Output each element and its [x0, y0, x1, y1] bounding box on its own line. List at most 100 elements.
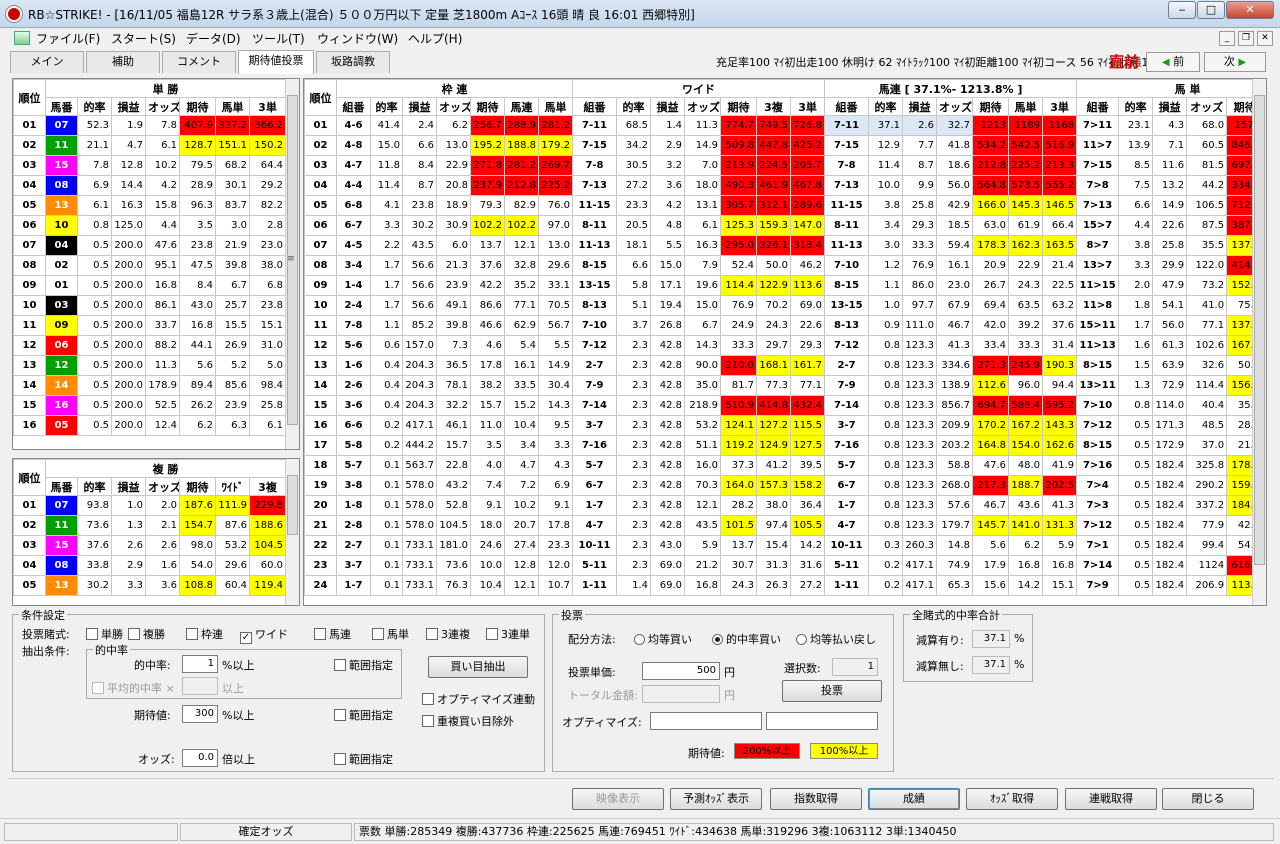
table-row[interactable]: 15 3-6 0.4 204.3 32.2 15.7 15.2 14.3 7-14 2.3 42.8… — [304, 395, 1266, 416]
mdi-close-button[interactable]: ✕ — [1257, 31, 1273, 46]
table-row[interactable]: 05 6-8 4.1 23.8 18.9 79.3 82.9 76.0 11-15 23.3 4.2… — [304, 195, 1266, 216]
combination-scrollbar[interactable] — [1252, 79, 1266, 605]
table-row[interactable]: 01 07 93.8 1.0 2.0 187.6 111.9 229.8 — [13, 495, 286, 516]
predict-odds-button[interactable]: 予測ｵｯｽﾞ表示 — [670, 788, 762, 810]
prev-race-button[interactable]: ◀ 前 — [1146, 52, 1200, 72]
table-row[interactable]: 22 2-7 0.1 733.1 181.0 24.6 27.4 23.3 10-11 2.3 43… — [304, 535, 1266, 556]
fukusho-scrollbar[interactable] — [285, 459, 299, 605]
menu-data[interactable]: データ(D) — [186, 30, 241, 47]
table-row[interactable]: 14 14 0.5 200.0 178.9 89.4 85.6 98.4 — [13, 375, 286, 396]
table-row[interactable]: 12 5-6 0.6 157.0 7.3 4.6 5.4 5.5 7-12 2.3 42.8 14.3… — [304, 335, 1266, 356]
table-row[interactable]: 12 06 0.5 200.0 88.2 44.1 26.9 31.0 — [13, 335, 286, 356]
mdi-minimize-button[interactable]: _ — [1219, 31, 1235, 46]
table-row[interactable]: 09 01 0.5 200.0 16.8 8.4 6.7 6.8 — [13, 275, 286, 296]
scroll-thumb[interactable] — [287, 475, 298, 535]
menu-window[interactable]: ウィンドウ(W) — [317, 30, 398, 47]
table-row[interactable]: 15 16 0.5 200.0 52.5 26.2 23.9 25.8 — [13, 395, 286, 416]
tab-slope-training[interactable]: 坂路調教 — [316, 51, 390, 73]
get-index-button[interactable]: 指数取得 — [770, 788, 862, 810]
table-row[interactable]: 05 13 30.2 3.3 3.6 108.8 60.4 119.4 — [13, 575, 286, 596]
bet-type-checkbox[interactable]: ✓ ワイド — [240, 626, 288, 644]
table-row[interactable]: 16 05 0.5 200.0 12.4 6.2 6.3 6.1 — [13, 415, 286, 436]
table-row[interactable]: 02 4-8 15.0 6.6 13.0 195.2 188.8 179.2 7-15 34.2 2… — [304, 135, 1266, 156]
table-row[interactable]: 13 1-6 0.4 204.3 36.5 17.8 16.1 14.9 2-7 2.3 42.8 9… — [304, 355, 1266, 376]
table-row[interactable]: 04 08 6.9 14.4 4.2 28.9 30.1 29.2 — [13, 175, 286, 196]
tab-assist[interactable]: 補助 — [86, 51, 160, 73]
menu-help[interactable]: ヘルプ(H) — [408, 30, 462, 47]
unit-price-input[interactable]: 500 — [642, 662, 720, 680]
odds-range-checkbox[interactable]: 範囲指定 — [334, 751, 393, 767]
table-row[interactable]: 04 4-4 11.4 8.7 20.8 237.9 212.8 225.2 7-13 27.2 3… — [304, 175, 1266, 196]
table-row[interactable]: 24 1-7 0.1 733.1 76.3 10.4 12.1 10.7 1-11 1.4 69.0… — [304, 575, 1266, 596]
hit-range-checkbox[interactable]: 範囲指定 — [334, 657, 393, 673]
optimize-slider-right[interactable] — [766, 712, 878, 730]
expect-range-checkbox[interactable]: 範囲指定 — [334, 707, 393, 723]
table-row[interactable]: 02 11 73.6 1.3 2.1 154.7 87.6 188.6 — [13, 515, 286, 536]
table-row[interactable]: 01 4-6 41.4 2.4 6.2 256.7 288.9 281.2 7-11 68.5 1.… — [304, 115, 1266, 136]
optimize-link-checkbox[interactable]: オプティマイズ連動 — [422, 691, 535, 707]
bet-type-checkbox[interactable]: 枠連 — [186, 626, 223, 642]
expect-input[interactable]: 300 — [182, 705, 218, 723]
bet-type-checkbox[interactable]: 3連単 — [486, 626, 530, 642]
bet-type-checkbox[interactable]: 馬単 — [372, 626, 409, 642]
total-amount-input[interactable] — [642, 685, 720, 703]
tab-expected-value-vote[interactable]: 期待値投票 — [238, 50, 314, 74]
mdi-restore-button[interactable]: ❐ — [1238, 31, 1254, 46]
get-record-button[interactable]: 連戦取得 — [1065, 788, 1157, 810]
splitter-grip-icon[interactable]: ≡ — [287, 254, 295, 264]
tab-main[interactable]: メイン — [10, 51, 84, 73]
table-row[interactable]: 16 6-6 0.2 417.1 46.1 11.0 10.4 9.5 3-7 2.3 42.8 53… — [304, 415, 1266, 436]
table-row[interactable]: 03 15 7.8 12.8 10.2 79.5 68.2 64.4 — [13, 155, 286, 176]
close-button[interactable]: 閉じる — [1162, 788, 1254, 810]
table-row[interactable]: 10 2-4 1.7 56.6 49.1 86.6 77.1 70.5 8-13 5.1 19.4 1… — [304, 295, 1266, 316]
bet-type-checkbox[interactable]: 単勝 — [86, 626, 123, 642]
method-equal-radio[interactable]: 均等買い — [634, 631, 692, 647]
table-row[interactable]: 10 03 0.5 200.0 86.1 43.0 25.7 23.8 — [13, 295, 286, 316]
next-race-button[interactable]: 次 ▶ — [1204, 52, 1266, 72]
tansho-scrollbar[interactable] — [285, 79, 299, 449]
scroll-thumb[interactable] — [1254, 95, 1265, 565]
video-button[interactable]: 映像表示 — [572, 788, 664, 810]
table-row[interactable]: 11 09 0.5 200.0 33.7 16.8 15.5 15.1 — [13, 315, 286, 336]
table-row[interactable]: 02 11 21.1 4.7 6.1 128.7 151.1 150.2 — [13, 135, 286, 156]
table-row[interactable]: 14 2-6 0.4 204.3 78.1 38.2 33.5 30.4 7-9 2.3 42.8 3… — [304, 375, 1266, 396]
table-row[interactable]: 07 04 0.5 200.0 47.6 23.8 21.9 23.0 — [13, 235, 286, 256]
bet-type-checkbox[interactable]: 馬連 — [314, 626, 351, 642]
vote-button[interactable]: 投票 — [782, 680, 882, 702]
method-refund-radio[interactable]: 均等払い戻し — [796, 631, 876, 647]
menu-file[interactable]: ファイル(F) — [36, 30, 100, 47]
table-row[interactable]: 03 15 37.6 2.6 2.6 98.0 53.2 104.5 — [13, 535, 286, 556]
table-row[interactable]: 11 7-8 1.1 85.2 39.8 46.6 62.9 56.7 7-10 3.7 26.8 6… — [304, 315, 1266, 336]
menu-tools[interactable]: ツール(T) — [252, 30, 305, 47]
menu-start[interactable]: スタート(S) — [111, 30, 176, 47]
table-row[interactable]: 19 3-8 0.1 578.0 43.2 7.4 7.2 6.9 6-7 2.3 42.8 70.3… — [304, 475, 1266, 496]
table-row[interactable]: 13 12 0.5 200.0 11.3 5.6 5.2 5.0 — [13, 355, 286, 376]
results-button[interactable]: 成績 — [868, 788, 960, 810]
dedupe-checkbox[interactable]: 重複買い目除外 — [422, 713, 514, 729]
maximize-button[interactable]: □ — [1197, 1, 1225, 19]
avg-hit-input[interactable] — [182, 677, 218, 695]
table-row[interactable]: 03 4-7 11.8 8.4 22.9 271.8 281.2 269.7 7-8 30.5 3.… — [304, 155, 1266, 176]
avg-hit-checkbox[interactable]: 平均的中率 × — [92, 680, 175, 696]
table-row[interactable]: 08 3-4 1.7 56.6 21.3 37.6 32.8 29.6 8-15 6.6 15.0 7… — [304, 255, 1266, 276]
table-row[interactable]: 18 5-7 0.1 563.7 22.8 4.0 4.7 4.3 5-7 2.3 42.8 16.0… — [304, 455, 1266, 476]
tab-comment[interactable]: コメント — [162, 51, 236, 73]
table-row[interactable]: 21 2-8 0.1 578.0 104.5 18.0 20.7 17.8 4-7 2.3 42.8… — [304, 515, 1266, 536]
table-row[interactable]: 20 1-8 0.1 578.0 52.8 9.1 10.2 9.1 1-7 2.3 42.8 12.… — [304, 495, 1266, 516]
extract-bets-button[interactable]: 買い目抽出 — [428, 656, 528, 678]
table-row[interactable]: 17 5-8 0.2 444.2 15.7 3.5 3.4 3.3 7-16 2.3 42.8 51.… — [304, 435, 1266, 456]
table-row[interactable]: 06 6-7 3.3 30.2 30.9 102.2 102.2 97.0 8-11 20.5 4.… — [304, 215, 1266, 236]
close-window-button[interactable]: ✕ — [1226, 1, 1274, 19]
table-row[interactable]: 06 10 0.8 125.0 4.4 3.5 3.0 2.8 — [13, 215, 286, 236]
odds-input[interactable]: 0.0 — [182, 749, 218, 767]
table-row[interactable]: 23 3-7 0.1 733.1 73.6 10.0 12.8 12.0 5-11 2.3 69.0… — [304, 555, 1266, 576]
table-row[interactable]: 04 08 33.8 2.9 1.6 54.0 29.6 60.0 — [13, 555, 286, 576]
table-row[interactable]: 07 4-5 2.2 43.5 6.0 13.7 12.1 13.0 11-13 18.1 5.5 1… — [304, 235, 1266, 256]
bet-type-checkbox[interactable]: 複勝 — [128, 626, 165, 642]
minimize-button[interactable]: ‒ — [1168, 1, 1196, 19]
optimize-slider-left[interactable] — [650, 712, 762, 730]
hit-rate-input[interactable]: 1 — [182, 655, 218, 673]
table-row[interactable]: 05 13 6.1 16.3 15.8 96.3 83.7 82.2 — [13, 195, 286, 216]
method-hitrate-radio[interactable]: 的中率買い — [712, 631, 781, 647]
bet-type-checkbox[interactable]: 3連複 — [426, 626, 470, 642]
